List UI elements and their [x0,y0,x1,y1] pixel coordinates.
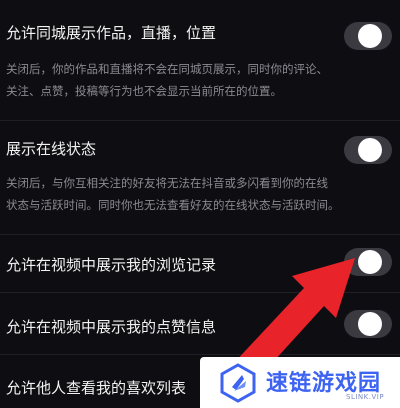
watermark-logo-icon [220,363,256,403]
watermark: 速链游戏园 SLINK.VIP [200,357,400,408]
red-arrow-annotation [232,258,355,384]
watermark-subtitle: SLINK.VIP [346,393,385,401]
